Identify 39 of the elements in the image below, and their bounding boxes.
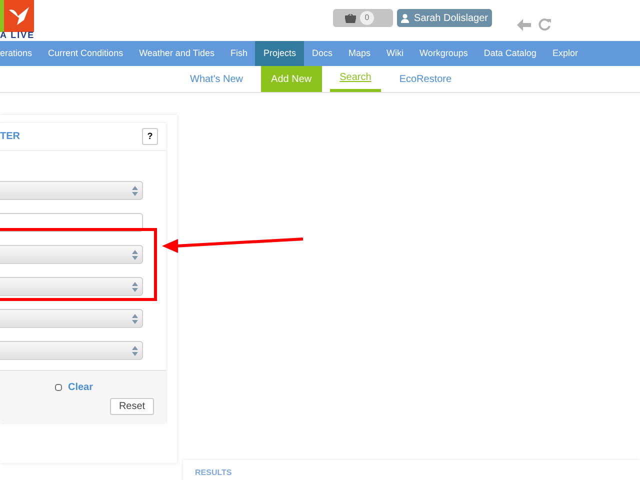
nav-tab[interactable]: Maps: [340, 41, 379, 66]
sub-nav-tab[interactable]: Add New: [261, 66, 322, 92]
nav-tab[interactable]: erations: [0, 41, 40, 66]
dropdown-field[interactable]: [0, 341, 143, 360]
results-title: RESULTS: [195, 468, 232, 477]
updown-arrows-icon: [132, 186, 138, 196]
user-icon: [401, 14, 410, 22]
nav-tab[interactable]: Current Conditions: [40, 41, 132, 66]
refresh-icon[interactable]: [538, 18, 551, 31]
help-button[interactable]: ?: [142, 128, 158, 145]
updown-arrows-icon: [132, 314, 138, 324]
nav-tab[interactable]: Data Catalog: [476, 41, 544, 66]
dropdown-field[interactable]: [0, 181, 143, 200]
basket-icon: [345, 14, 356, 22]
user-button[interactable]: Sarah Dolislager: [397, 9, 492, 27]
sub-nav-tab[interactable]: What's New: [180, 66, 254, 92]
sub-nav-tab[interactable]: EcoRestore: [389, 66, 462, 92]
updown-arrows-icon: [132, 346, 138, 356]
nav-tab[interactable]: Docs: [304, 41, 341, 66]
clear-link[interactable]: Clear: [68, 380, 93, 395]
dropdown-field[interactable]: [0, 245, 143, 264]
basket-button[interactable]: 0: [333, 9, 393, 27]
nav-tab[interactable]: Explor: [544, 41, 578, 66]
nav-tab[interactable]: Workgroups: [412, 41, 476, 66]
basket-count: 0: [360, 11, 374, 25]
sub-nav-tab[interactable]: Search: [330, 66, 382, 92]
updown-arrows-icon: [132, 282, 138, 292]
filter-title: TER: [0, 130, 20, 144]
nav-tab[interactable]: Wiki: [378, 41, 412, 66]
nav-tab[interactable]: Weather and Tides: [131, 41, 222, 66]
clear-checkbox[interactable]: [54, 384, 62, 391]
nav-tab[interactable]: Projects: [255, 41, 304, 66]
nav-tab[interactable]: Fish: [222, 41, 256, 66]
logo-text: A LIVE: [0, 29, 35, 42]
dropdown-field[interactable]: [0, 277, 143, 296]
updown-arrows-icon: [132, 250, 138, 260]
reset-button[interactable]: Reset: [110, 398, 154, 415]
back-arrow-icon[interactable]: [517, 19, 531, 31]
dropdown-field[interactable]: [0, 309, 143, 328]
